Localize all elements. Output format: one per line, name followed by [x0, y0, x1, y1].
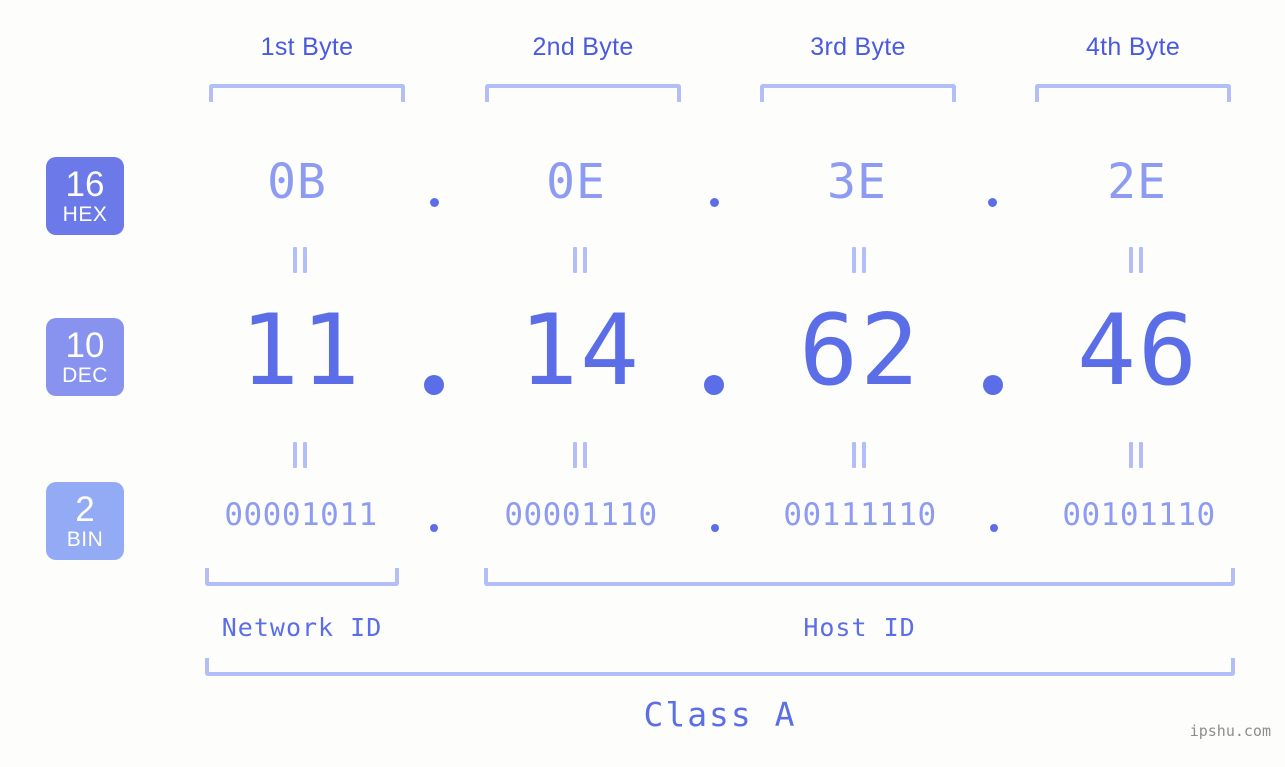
- equals-mark-hex-dec-2: [573, 247, 587, 273]
- equals-mark-hex-dec-3: [852, 247, 866, 273]
- byte-header-1: 1st Byte: [260, 33, 354, 61]
- bin-byte-4: 00101110: [1062, 497, 1216, 533]
- class-label: Class A: [643, 695, 797, 734]
- hex-separator-dot-2: [710, 198, 719, 207]
- bin-byte-3: 00111110: [783, 497, 937, 533]
- dec-separator-dot-3: [983, 375, 1003, 395]
- dec-byte-4: 46: [1076, 294, 1199, 408]
- byte-bracket-3: [760, 84, 956, 102]
- hex-byte-1: 0B: [267, 154, 327, 210]
- base-badge-hex: 16 HEX: [46, 157, 124, 235]
- base-badge-dec-label: DEC: [62, 364, 108, 387]
- base-badge-bin: 2 BIN: [46, 482, 124, 560]
- bin-byte-2: 00001110: [504, 497, 658, 533]
- dec-byte-1: 11: [239, 294, 362, 408]
- base-badge-bin-label: BIN: [66, 528, 104, 551]
- bin-separator-dot-1: [430, 524, 438, 532]
- bin-byte-1: 00001011: [224, 497, 378, 533]
- base-badge-bin-number: 2: [75, 490, 95, 529]
- equals-mark-dec-bin-1: [293, 442, 307, 468]
- equals-mark-dec-bin-4: [1129, 442, 1143, 468]
- class-bracket: [205, 658, 1235, 676]
- host-id-bracket: [484, 568, 1235, 586]
- bin-separator-dot-3: [990, 524, 998, 532]
- base-badge-dec: 10 DEC: [46, 318, 124, 396]
- hex-byte-4: 2E: [1107, 154, 1167, 210]
- equals-mark-dec-bin-3: [852, 442, 866, 468]
- hex-byte-2: 0E: [546, 154, 606, 210]
- hex-separator-dot-1: [430, 198, 439, 207]
- dec-byte-3: 62: [798, 294, 921, 408]
- dec-separator-dot-1: [424, 375, 444, 395]
- host-id-label: Host ID: [803, 613, 916, 642]
- dec-separator-dot-2: [704, 375, 724, 395]
- byte-header-4: 4th Byte: [1085, 33, 1181, 61]
- equals-mark-hex-dec-4: [1129, 247, 1143, 273]
- equals-mark-dec-bin-2: [573, 442, 587, 468]
- byte-header-3: 3rd Byte: [810, 33, 906, 61]
- dec-byte-2: 14: [518, 294, 641, 408]
- network-id-bracket: [205, 568, 399, 586]
- bin-separator-dot-2: [711, 524, 719, 532]
- hex-separator-dot-3: [988, 198, 997, 207]
- base-badge-hex-number: 16: [65, 165, 105, 204]
- ip-address-breakdown-diagram: 16 HEX 10 DEC 2 BIN 1st Byte 2nd Byte 3r…: [0, 0, 1285, 767]
- network-id-label: Network ID: [221, 613, 383, 642]
- byte-bracket-2: [485, 84, 681, 102]
- hex-byte-3: 3E: [827, 154, 887, 210]
- base-badge-dec-number: 10: [65, 326, 105, 365]
- byte-bracket-1: [209, 84, 405, 102]
- watermark: ipshu.com: [1189, 722, 1271, 740]
- byte-header-2: 2nd Byte: [532, 33, 634, 61]
- base-badge-hex-label: HEX: [62, 203, 108, 226]
- equals-mark-hex-dec-1: [293, 247, 307, 273]
- byte-bracket-4: [1035, 84, 1231, 102]
